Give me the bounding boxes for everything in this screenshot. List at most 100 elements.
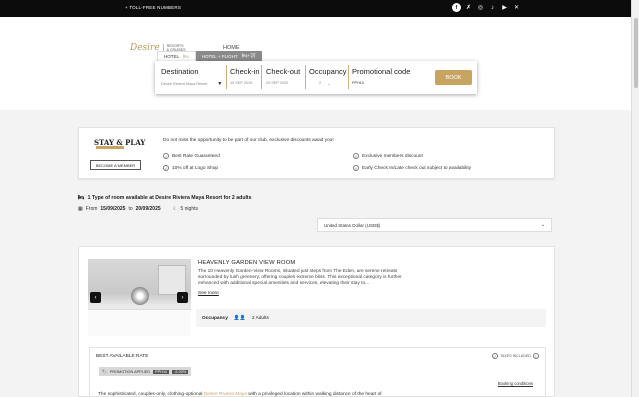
destination-field[interactable]: Destination Desire Riviera Maya Resort ▼ <box>161 67 222 87</box>
benefit-label: 10% off at Logo Shop <box>172 165 219 171</box>
promo-code-label: Promotional code <box>352 67 411 76</box>
occupancy-value: 2 Adults <box>251 315 269 321</box>
nights-text: 5 nights <box>180 206 198 212</box>
divider <box>261 65 262 89</box>
club-banner: STAY & PLAY BECOME A MEMBER Do not miss … <box>78 127 555 179</box>
nights-count: ☾ 5 nights <box>173 206 198 212</box>
chevron-down-icon: ⌄ <box>540 222 545 228</box>
checkin-field[interactable]: Check-in 15 SEP 2025 <box>230 67 260 85</box>
benefit-item: ✓ Early Check In/Late check out subject … <box>353 165 471 171</box>
check-circle-icon: ✓ <box>492 353 499 359</box>
promo-applied-label: PROMOTION APPLIED <box>109 369 151 374</box>
checkout-field[interactable]: Check-out 20 SEP 2025 <box>266 67 300 85</box>
tag-icon: 🏷 <box>102 370 107 374</box>
promo-code-value: PPH10 <box>352 81 365 85</box>
checkout-label: Check-out <box>266 67 301 76</box>
promo-code: PPH10 <box>153 369 170 374</box>
room-title: HEAVENLY GARDEN VIEW ROOM <box>198 260 296 266</box>
checkin-label: Check-in <box>230 67 260 76</box>
to-date: 20/09/2025 <box>135 206 161 212</box>
photo-lamp <box>131 287 149 305</box>
chevron-down-icon: ▼ <box>217 81 223 87</box>
photo-window <box>158 265 186 295</box>
occupancy-label: Occupancy <box>309 67 347 76</box>
benefit-item: ✓ Best Rate Guaranteed <box>163 153 220 159</box>
rate-title: BEST AVAILABLE RATE <box>96 354 149 359</box>
room-photo: ‹ › <box>88 259 191 336</box>
room-card: ‹ › HEAVENLY GARDEN VIEW ROOM The 10 Hea… <box>78 246 555 397</box>
adults-icon: 👤👤 <box>233 315 246 321</box>
check-circle-icon: ✓ <box>163 153 169 159</box>
tab-hotel-flight-label: HOTEL + FLIGHT <box>201 53 238 59</box>
destination-value: Desire Riviera Maya Resort <box>161 82 208 86</box>
from-date: 15/09/2025 <box>100 206 126 212</box>
social-links: f ✗ ◎ ♪ ▶ ✕ <box>452 3 521 12</box>
tab-hotel-label: HOTEL <box>164 54 180 59</box>
stay-dates: ▦ From 15/09/2025 to 20/09/2025 <box>78 206 161 212</box>
chevron-left-icon[interactable]: ‹ <box>90 292 101 303</box>
toll-free-numbers-link[interactable]: + TOLL-FREE NUMBERS <box>125 5 181 10</box>
availability-summary: 🛏 1 Type of room available at Desire Riv… <box>78 195 252 201</box>
rate-panel: BEST AVAILABLE RATE ✓ TAXES INCLUDED i 🏷… <box>89 347 546 397</box>
x-icon[interactable]: ✕ <box>512 3 521 12</box>
occupancy-label: Occupancy <box>202 315 228 321</box>
occupancy-field[interactable]: Occupancy 2 ⌄ <box>309 67 347 86</box>
tab-hotel-flight[interactable]: HOTEL + FLIGHT 🛏+✈ <box>195 51 262 61</box>
photo-bed <box>88 309 191 336</box>
resort-link[interactable]: Desire Riviera Maya <box>204 392 247 397</box>
benefit-label: Early Check In/Late check out subject to… <box>362 165 472 171</box>
rate-description-start: The sophisticated, couples-only, clothin… <box>98 392 204 397</box>
checkout-value: 20 SEP 2025 <box>266 81 289 85</box>
search-tabs: HOTEL 🛏 HOTEL + FLIGHT 🛏+✈ <box>157 51 262 61</box>
taxes-included: ✓ TAXES INCLUDED i <box>492 353 539 359</box>
divider <box>226 65 227 89</box>
rate-description: The sophisticated, couples-only, clothin… <box>98 392 382 397</box>
chevron-down-icon: ⌄ <box>327 82 331 86</box>
scrollbar-thumb[interactable] <box>634 18 638 88</box>
top-bar: + TOLL-FREE NUMBERS f ✗ ◎ ♪ ▶ ✕ <box>0 0 631 17</box>
room-description: The 10 Heavenly Garden-View Rooms, situa… <box>198 269 402 286</box>
currency-value: United States Dollar (USD$) <box>324 223 381 228</box>
club-promo-text: Do not miss the opportunity to be part o… <box>163 138 334 143</box>
tab-hotel[interactable]: HOTEL 🛏 <box>157 51 196 61</box>
youtube-icon[interactable]: ▶ <box>500 3 509 12</box>
moon-icon: ☾ <box>173 206 178 212</box>
benefit-label: Best Rate Guaranteed <box>172 153 220 159</box>
bed-plane-icon: 🛏+✈ <box>241 53 256 58</box>
promo-discount: -5.00% <box>172 369 189 374</box>
room-occupancy: Occupancy 👤👤 2 Adults <box>196 309 546 327</box>
benefit-label: Exclusive members discount <box>362 153 423 159</box>
book-button[interactable]: BOOK <box>435 70 472 85</box>
chevron-right-icon[interactable]: › <box>177 292 188 303</box>
info-icon[interactable]: i <box>533 353 539 359</box>
occupancy-value: 2 <box>319 81 322 85</box>
calendar-icon: ▦ <box>78 206 83 212</box>
promotion-badge: 🏷 PROMOTION APPLIED PPH10 -5.00% <box>99 367 192 376</box>
tiktok-icon[interactable]: ♪ <box>488 3 497 12</box>
check-circle-icon: ✓ <box>353 153 359 159</box>
checkin-value: 15 SEP 2025 <box>230 81 253 85</box>
benefit-item: ✓ Exclusive members discount <box>353 153 423 159</box>
currency-select[interactable]: United States Dollar (USD$) ⌄ <box>317 218 552 232</box>
see-more-link[interactable]: See more <box>198 291 219 296</box>
taxes-label: TAXES INCLUDED <box>500 354 531 358</box>
booking-conditions-link[interactable]: Booking conditions <box>498 381 533 386</box>
instagram-icon[interactable]: ◎ <box>476 3 485 12</box>
to-label: to <box>128 206 133 212</box>
logo-script: Desire <box>130 43 160 53</box>
check-circle-icon: ✓ <box>353 165 359 171</box>
from-label: From <box>85 206 98 212</box>
rate-description-end: with a privileged location within walkin… <box>246 392 382 397</box>
divider <box>305 65 306 89</box>
stay-and-play-logo-bar <box>96 146 124 149</box>
x-twitter-icon[interactable]: ✗ <box>464 3 473 12</box>
availability-text: 1 Type of room available at Desire Rivie… <box>87 195 252 201</box>
benefit-item: ✓ 10% off at Logo Shop <box>163 165 218 171</box>
check-circle-icon: ✓ <box>163 165 169 171</box>
facebook-icon[interactable]: f <box>452 3 461 12</box>
page-scrollbar[interactable] <box>631 0 639 397</box>
bed-icon: 🛏 <box>183 53 189 59</box>
bed-icon: 🛏 <box>78 195 85 201</box>
become-member-button[interactable]: BECOME A MEMBER <box>90 160 141 170</box>
promo-code-field[interactable]: Promotional code PPH10 <box>352 67 410 85</box>
